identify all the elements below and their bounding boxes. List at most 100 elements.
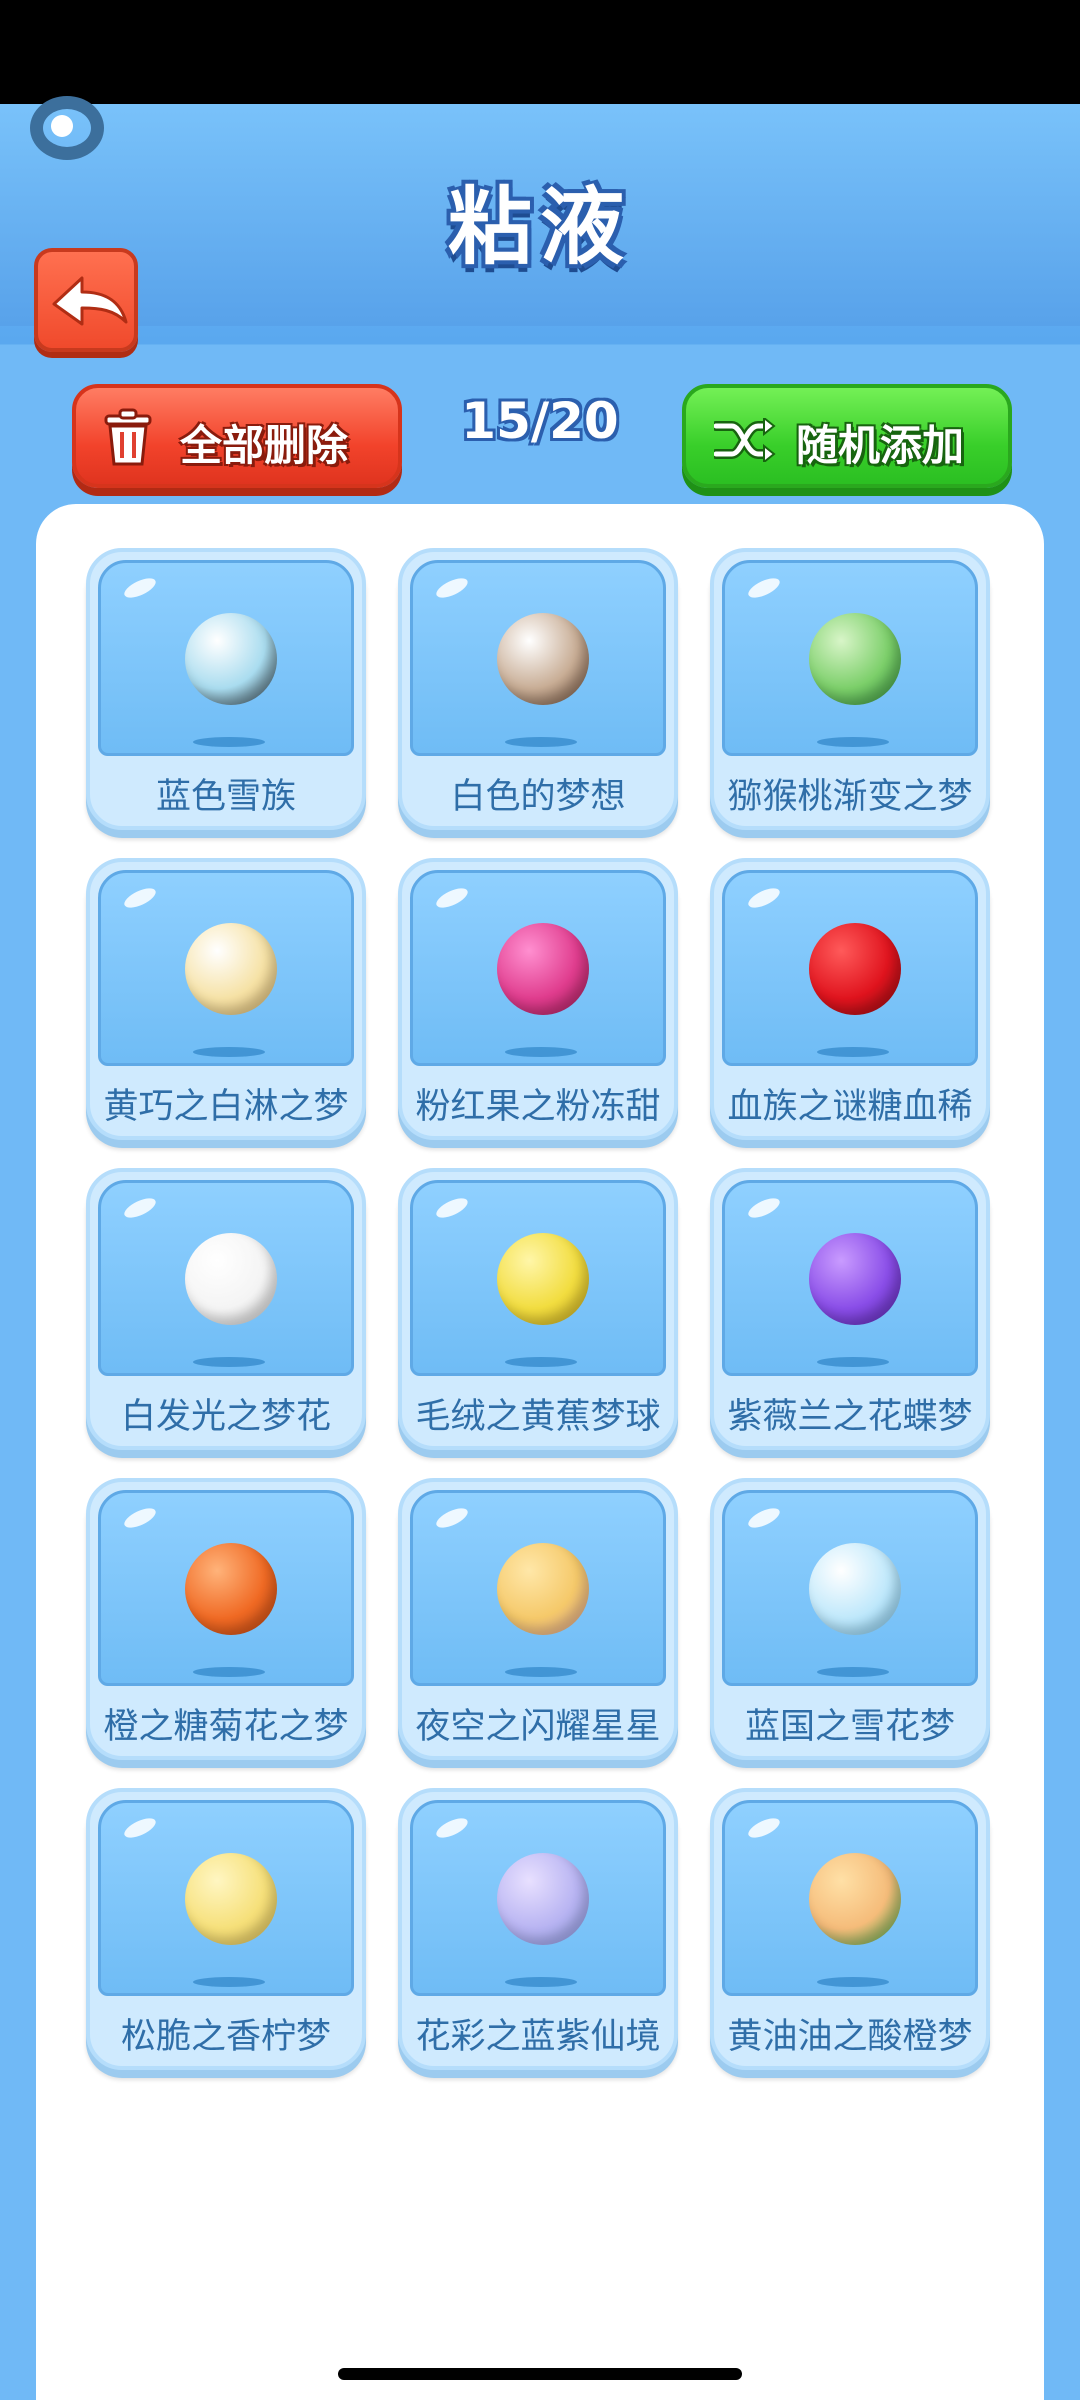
slime-preview: [98, 870, 354, 1066]
slime-name: 紫薇兰之花蝶梦: [727, 1397, 973, 1437]
slime-card[interactable]: 黄油油之酸橙梦: [710, 1788, 990, 2070]
slime-name: 蓝国之雪花梦: [744, 1707, 955, 1747]
slime-preview: [722, 870, 978, 1066]
back-arrow-icon: [52, 276, 128, 326]
ball-shadow: [193, 737, 265, 747]
slime-card[interactable]: 橙之糖菊花之梦: [86, 1478, 366, 1760]
slime-ball-icon: [497, 923, 589, 1015]
slime-card[interactable]: 粉红果之粉冻甜: [398, 858, 678, 1140]
slime-name: 毛绒之黄蕉梦球: [415, 1397, 661, 1437]
trash-icon: [104, 408, 152, 466]
slime-ball-icon: [809, 613, 901, 705]
ball-shadow: [193, 1667, 265, 1677]
back-button[interactable]: [34, 248, 138, 352]
gloss-highlight: [433, 884, 471, 912]
slime-ball-icon: [185, 1543, 277, 1635]
slime-preview: [98, 560, 354, 756]
delete-all-button[interactable]: 全部删除: [72, 384, 402, 488]
slime-name: 猕猴桃渐变之梦: [727, 777, 973, 817]
ball-shadow: [817, 1047, 889, 1057]
slime-card[interactable]: 蓝国之雪花梦: [710, 1478, 990, 1760]
slime-ball-icon: [185, 1233, 277, 1325]
ball-shadow: [193, 1977, 265, 1987]
slime-name: 橙之糖菊花之梦: [103, 1707, 349, 1747]
slime-ball-icon: [185, 923, 277, 1015]
slime-preview: [410, 560, 666, 756]
slime-name: 蓝色雪族: [155, 777, 296, 817]
ball-shadow: [505, 737, 577, 747]
slime-name: 血族之谜糖血稀: [727, 1087, 973, 1127]
gloss-highlight: [745, 574, 783, 602]
slime-name: 夜空之闪耀星星: [415, 1707, 661, 1747]
slime-card[interactable]: 白色的梦想: [398, 548, 678, 830]
slime-preview: [722, 1800, 978, 1996]
slime-card[interactable]: 毛绒之黄蕉梦球: [398, 1168, 678, 1450]
random-add-button[interactable]: 随机添加: [682, 384, 1012, 488]
ball-shadow: [817, 1977, 889, 1987]
gloss-highlight: [745, 884, 783, 912]
slime-ball-icon: [185, 613, 277, 705]
status-bar: [0, 0, 1080, 104]
shuffle-icon: [714, 418, 776, 462]
slime-name: 黄油油之酸橙梦: [727, 2017, 973, 2057]
page-title: 粘液: [447, 178, 632, 276]
slime-ball-icon: [809, 1853, 901, 1945]
slime-ball-icon: [185, 1853, 277, 1945]
home-indicator[interactable]: [338, 2368, 742, 2380]
slime-ball-icon: [497, 1233, 589, 1325]
slime-ball-icon: [809, 1233, 901, 1325]
slime-name: 粉红果之粉冻甜: [415, 1087, 661, 1127]
slime-ball-icon: [809, 1543, 901, 1635]
gloss-highlight: [433, 1194, 471, 1222]
ball-shadow: [817, 1357, 889, 1367]
slime-card[interactable]: 花彩之蓝紫仙境: [398, 1788, 678, 2070]
slime-name: 松脆之香柠梦: [120, 2017, 331, 2057]
slime-preview: [722, 1490, 978, 1686]
ball-shadow: [193, 1357, 265, 1367]
gloss-highlight: [121, 1814, 159, 1842]
slime-card[interactable]: 白发光之梦花: [86, 1168, 366, 1450]
ball-shadow: [817, 1667, 889, 1677]
slime-preview: [410, 1180, 666, 1376]
ball-shadow: [505, 1047, 577, 1057]
record-ring-icon[interactable]: [30, 96, 104, 160]
slime-name: 白色的梦想: [450, 777, 626, 817]
gloss-highlight: [121, 884, 159, 912]
gloss-highlight: [433, 1814, 471, 1842]
slime-ball-icon: [497, 1543, 589, 1635]
slime-name: 白发光之梦花: [120, 1397, 331, 1437]
slime-name: 黄巧之白淋之梦: [103, 1087, 349, 1127]
slime-ball-icon: [809, 923, 901, 1015]
random-add-label: 随机添加: [796, 421, 965, 470]
gloss-highlight: [745, 1504, 783, 1532]
gloss-highlight: [121, 1194, 159, 1222]
gloss-highlight: [433, 1504, 471, 1532]
ball-shadow: [193, 1047, 265, 1057]
gloss-highlight: [745, 1194, 783, 1222]
slime-card[interactable]: 黄巧之白淋之梦: [86, 858, 366, 1140]
slime-card[interactable]: 猕猴桃渐变之梦: [710, 548, 990, 830]
gloss-highlight: [121, 574, 159, 602]
ball-shadow: [817, 737, 889, 747]
gloss-highlight: [433, 574, 471, 602]
ball-shadow: [505, 1667, 577, 1677]
slime-preview: [410, 1800, 666, 1996]
slime-ball-icon: [497, 1853, 589, 1945]
slime-collection-panel: 蓝色雪族 白色的梦想 猕猴桃渐变之梦黄巧之白淋之梦 粉红果之粉冻甜 血族之谜糖血稀白发光…: [36, 504, 1044, 2400]
ball-shadow: [505, 1357, 577, 1367]
slime-card[interactable]: 夜空之闪耀星星: [398, 1478, 678, 1760]
slime-count: 15/20: [461, 392, 619, 450]
slime-preview: [722, 1180, 978, 1376]
slime-card[interactable]: 松脆之香柠梦: [86, 1788, 366, 2070]
slime-card[interactable]: 紫薇兰之花蝶梦: [710, 1168, 990, 1450]
slime-ball-icon: [497, 613, 589, 705]
slime-card[interactable]: 蓝色雪族: [86, 548, 366, 830]
slime-preview: [98, 1800, 354, 1996]
slime-preview: [410, 1490, 666, 1686]
slime-name: 花彩之蓝紫仙境: [415, 2017, 661, 2057]
slime-preview: [98, 1490, 354, 1686]
slime-card[interactable]: 血族之谜糖血稀: [710, 858, 990, 1140]
gloss-highlight: [121, 1504, 159, 1532]
ball-shadow: [505, 1977, 577, 1987]
gloss-highlight: [745, 1814, 783, 1842]
